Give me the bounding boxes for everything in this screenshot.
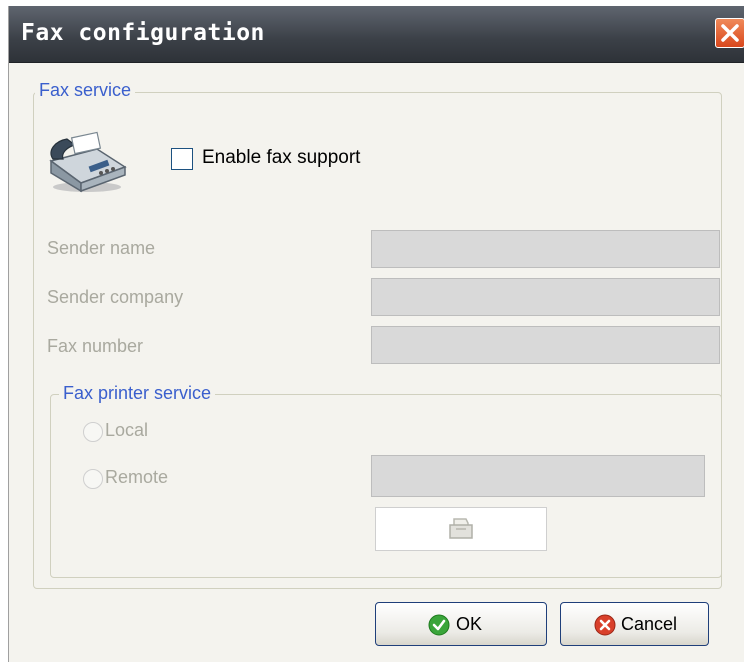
checkmark-icon — [428, 614, 450, 636]
dialog-body: Fax service Enable fax support Sender na… — [9, 63, 744, 662]
close-button[interactable] — [715, 18, 744, 48]
title-bar[interactable]: Fax configuration — [9, 6, 744, 63]
ok-button-label: OK — [456, 614, 483, 634]
remote-radio-label[interactable]: Remote — [105, 467, 168, 488]
sender-name-label: Sender name — [47, 238, 156, 258]
fax-service-legend: Fax service — [35, 80, 136, 101]
enable-fax-checkbox[interactable] — [171, 148, 193, 170]
cancel-icon — [594, 614, 616, 636]
fax-printer-service-legend: Fax printer service — [59, 383, 216, 404]
remote-address-input[interactable] — [371, 455, 705, 497]
fax-configuration-dialog: Fax configuration Fax service Enable fax… — [8, 6, 744, 662]
remote-radio[interactable] — [83, 469, 103, 489]
dialog-title: Fax configuration — [21, 20, 265, 46]
fax-number-input[interactable] — [371, 326, 720, 364]
fax-number-label: Fax number — [47, 336, 144, 356]
cancel-button[interactable]: Cancel — [560, 602, 709, 646]
sender-company-label: Sender company — [47, 287, 184, 307]
printer-icon — [449, 518, 473, 539]
browse-printer-button[interactable] — [375, 507, 547, 551]
enable-fax-label[interactable]: Enable fax support — [202, 147, 360, 169]
local-radio[interactable] — [83, 422, 103, 442]
close-icon — [721, 24, 739, 42]
local-radio-label[interactable]: Local — [105, 420, 148, 441]
sender-name-input[interactable] — [371, 230, 720, 268]
sender-company-input[interactable] — [371, 278, 720, 316]
ok-button[interactable]: OK — [375, 602, 547, 646]
fax-machine-icon — [49, 131, 127, 193]
cancel-button-label: Cancel — [621, 614, 678, 634]
